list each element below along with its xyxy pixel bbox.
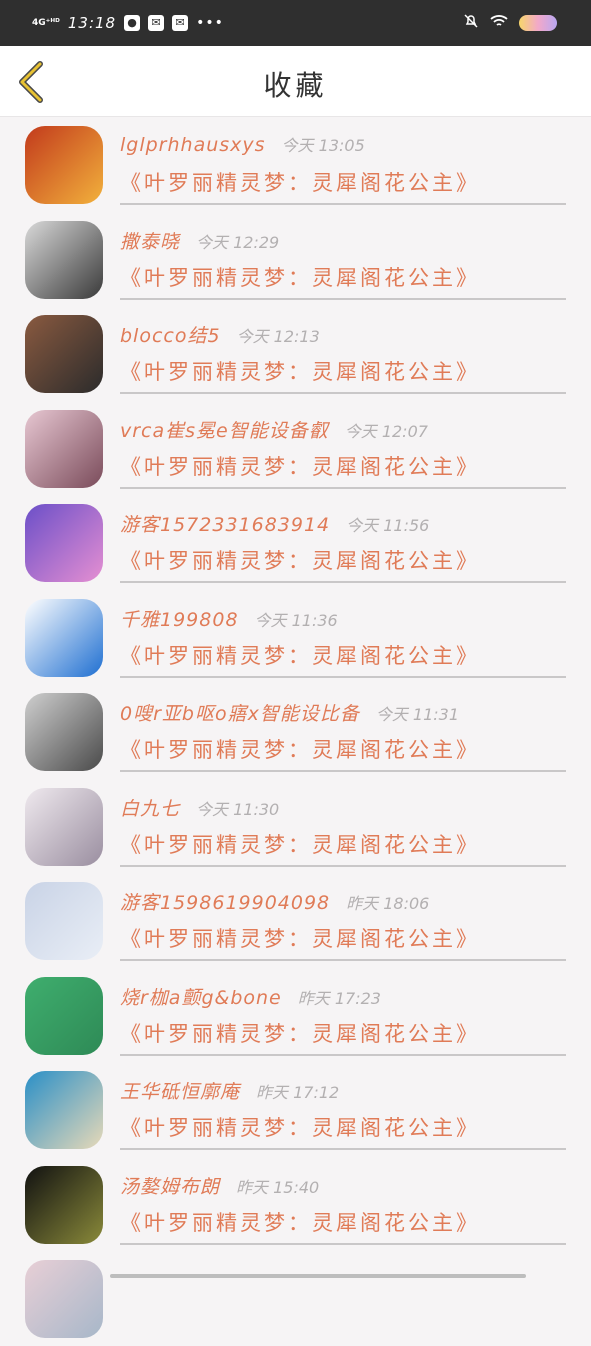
list-item[interactable]: 游客1572331683914 今天 11:56 《叶罗丽精灵梦：灵犀阁花公主》 (0, 495, 591, 590)
scrollbar[interactable] (110, 1274, 526, 1278)
list-item[interactable]: 0嗖r亚b呕o寤x智能设比备 今天 11:31 《叶罗丽精灵梦：灵犀阁花公主》 (0, 684, 591, 779)
timestamp: 今天 11:30 (196, 799, 280, 819)
timestamp: 今天 12:29 (196, 232, 280, 252)
avatar[interactable] (25, 1071, 103, 1149)
timestamp: 今天 13:05 (281, 136, 365, 155)
battery-icon (519, 15, 557, 31)
avatar[interactable] (25, 1165, 103, 1244)
avatar[interactable] (25, 1260, 103, 1338)
avatar[interactable] (25, 315, 103, 393)
username: 白九七 (120, 797, 181, 820)
list-item[interactable] (0, 1251, 591, 1346)
divider (120, 392, 566, 394)
timestamp: 昨天 18:06 (346, 894, 430, 913)
book-title: 《叶罗丽精灵梦：灵犀阁花公主》 (120, 1116, 480, 1140)
book-title: 《叶罗丽精灵梦：灵犀阁花公主》 (120, 738, 480, 762)
list-item[interactable]: blocco结5 今天 12:13 《叶罗丽精灵梦：灵犀阁花公主》 (0, 306, 591, 401)
avatar[interactable] (25, 220, 103, 299)
book-title: 《叶罗丽精灵梦：灵犀阁花公主》 (120, 927, 480, 951)
avatar[interactable] (25, 882, 103, 960)
divider (120, 1148, 566, 1150)
avatar[interactable] (25, 126, 103, 204)
timestamp: 今天 11:36 (254, 610, 338, 630)
divider (120, 1053, 566, 1056)
avatar[interactable] (25, 693, 103, 771)
list-item[interactable]: 千雅199808 今天 11:36 《叶罗丽精灵梦：灵犀阁花公主》 (0, 590, 591, 685)
username: 0嗖r亚b呕o寤x智能设比备 (120, 703, 360, 725)
username: 撒泰晓 (120, 230, 181, 253)
username: lglprhhausxys (120, 134, 266, 156)
timestamp: 今天 12:13 (236, 327, 320, 346)
status-bar: 4G⁺ᴴᴰ 13:18 ● ✉ ✉ ••• (0, 0, 591, 46)
username: 游客1572331683914 (120, 514, 331, 536)
avatar[interactable] (25, 976, 103, 1055)
more-notifications-icon: ••• (196, 15, 224, 31)
timestamp: 今天 11:56 (346, 516, 430, 535)
timestamp: 昨天 15:40 (236, 1177, 320, 1197)
wechat-icon: ● (124, 15, 141, 31)
timestamp: 昨天 17:12 (256, 1083, 340, 1102)
avatar[interactable] (25, 504, 103, 582)
list-item[interactable]: 烧r枷a颤g&bone 昨天 17:23 《叶罗丽精灵梦：灵犀阁花公主》 (0, 968, 591, 1063)
network-indicator: 4G⁺ᴴᴰ (32, 17, 60, 28)
list-item[interactable]: 王华砥恒廓庵 昨天 17:12 《叶罗丽精灵梦：灵犀阁花公主》 (0, 1062, 591, 1157)
mute-icon (463, 13, 479, 33)
timestamp: 今天 12:07 (344, 421, 428, 441)
mail-icon-2: ✉ (172, 15, 189, 31)
divider (120, 959, 566, 961)
book-title: 《叶罗丽精灵梦：灵犀阁花公主》 (120, 171, 480, 195)
list-item[interactable]: vrca崔s冕e智能设备叡 今天 12:07 《叶罗丽精灵梦：灵犀阁花公主》 (0, 401, 591, 496)
username: 王华砥恒廓庵 (120, 1081, 241, 1103)
book-title: 《叶罗丽精灵梦：灵犀阁花公主》 (120, 549, 480, 573)
book-title: 《叶罗丽精灵梦：灵犀阁花公主》 (120, 360, 480, 384)
book-title: 《叶罗丽精灵梦：灵犀阁花公主》 (120, 1210, 480, 1235)
header: 收藏 (0, 46, 591, 117)
username: 千雅199808 (120, 608, 239, 631)
book-title: 《叶罗丽精灵梦：灵犀阁花公主》 (120, 265, 480, 290)
divider (120, 1242, 566, 1245)
username: 汤嫯姆布朗 (120, 1175, 221, 1198)
avatar[interactable] (25, 598, 103, 677)
clock: 13:18 (67, 14, 117, 32)
divider (120, 486, 566, 489)
book-title: 《叶罗丽精灵梦：灵犀阁花公主》 (120, 454, 480, 479)
username: vrca崔s冕e智能设备叡 (120, 419, 329, 442)
avatar[interactable] (25, 409, 103, 488)
book-title: 《叶罗丽精灵梦：灵犀阁花公主》 (120, 832, 480, 857)
list-item[interactable]: lglprhhausxys 今天 13:05 《叶罗丽精灵梦：灵犀阁花公主》 (0, 117, 591, 212)
list-item[interactable]: 游客1598619904098 昨天 18:06 《叶罗丽精灵梦：灵犀阁花公主》 (0, 873, 591, 968)
divider (120, 203, 566, 205)
list-item[interactable]: 白九七 今天 11:30 《叶罗丽精灵梦：灵犀阁花公主》 (0, 779, 591, 874)
page-title: 收藏 (263, 69, 328, 102)
book-title: 《叶罗丽精灵梦：灵犀阁花公主》 (120, 1021, 480, 1046)
divider (120, 770, 566, 772)
avatar[interactable] (25, 787, 103, 866)
username: 游客1598619904098 (120, 892, 331, 914)
book-title: 《叶罗丽精灵梦：灵犀阁花公主》 (120, 643, 480, 668)
list-item[interactable]: 汤嫯姆布朗 昨天 15:40 《叶罗丽精灵梦：灵犀阁花公主》 (0, 1157, 591, 1252)
divider (120, 675, 566, 678)
username: blocco结5 (120, 325, 221, 347)
divider (120, 864, 566, 867)
list-item[interactable]: 撒泰晓 今天 12:29 《叶罗丽精灵梦：灵犀阁花公主》 (0, 212, 591, 307)
username: 烧r枷a颤g&bone (120, 986, 282, 1009)
timestamp: 今天 11:31 (375, 705, 460, 724)
wifi-icon (489, 13, 509, 33)
mail-icon: ✉ (148, 15, 165, 31)
divider (120, 297, 566, 300)
timestamp: 昨天 17:23 (297, 988, 381, 1008)
divider (120, 581, 566, 583)
